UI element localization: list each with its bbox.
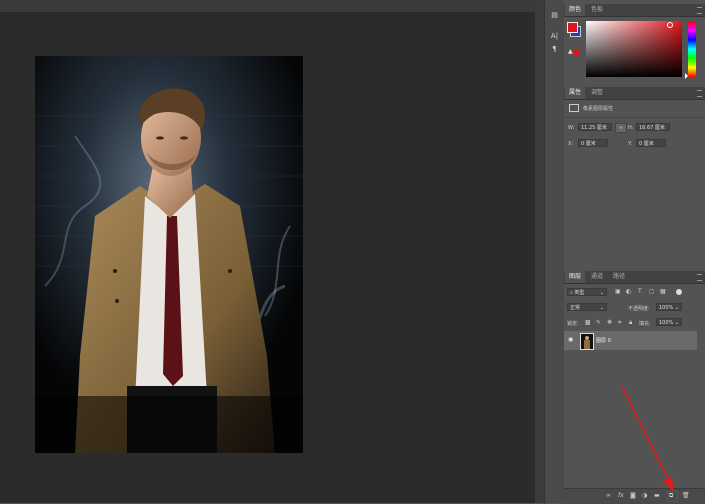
canvas-workspace[interactable] [0,0,535,503]
eye-visibility-icon[interactable]: ◉ [568,336,573,343]
blend-mode-dropdown[interactable]: 正常 ⌄ [567,303,607,311]
pixel-layer-icon [569,104,579,112]
lock-all-icon[interactable]: 🔒︎ [629,319,632,327]
color-panel-header: 颜色 色板 [564,4,705,17]
opacity-value: 100% [659,305,674,311]
layer-filter-dropdown[interactable]: ⌕ 类型 ⌄ [567,288,607,296]
panel-menu-icon[interactable] [697,274,702,281]
height-field[interactable]: 16.67 厘米 [636,123,670,131]
lock-artboard-icon[interactable]: ⌗ [618,319,621,327]
filter-shape-icon[interactable]: ◻ [649,288,654,295]
lock-position-icon[interactable]: ✥ [607,319,612,326]
panel-menu-icon[interactable] [697,90,702,97]
document-tab-bar [0,0,535,12]
tab-swatches[interactable]: 色板 [587,4,607,16]
out-of-gamut-swatch[interactable] [574,50,579,55]
properties-panel: 属性 调整 像素图层属性 W: 11.25 厘米 ∞ H: 16.67 厘米 X… [564,87,705,267]
fill-field[interactable]: 100% ⌄ [656,318,682,326]
filter-toggle-icon[interactable] [676,289,682,295]
width-label: W: [568,125,575,131]
color-panel: 颜色 色板 ▲ [564,4,705,84]
hue-slider[interactable] [688,21,696,77]
layer-thumbnail [580,333,594,350]
chevron-down-icon: ⌄ [599,290,604,296]
color-picker-field[interactable] [586,21,682,77]
tab-layers[interactable]: 图层 [565,271,586,283]
paragraph-icon[interactable]: ¶ [548,44,561,55]
delete-layer-icon[interactable]: 🗑︎ [682,492,690,499]
x-field[interactable]: 0 厘米 [578,139,608,147]
properties-panel-header: 属性 调整 [564,87,705,100]
vertical-scrollbar[interactable] [535,0,544,503]
layer-row[interactable]: ◉ 图层 0 [564,331,697,350]
layer-name[interactable]: 图层 0 [596,337,611,344]
tab-properties[interactable]: 属性 [565,87,586,99]
lock-transparent-icon[interactable]: ▩ [585,319,591,326]
filter-pixel-icon[interactable]: ▣ [615,288,621,295]
properties-title: 像素图层属性 [583,106,614,112]
character-icon[interactable]: A| [548,31,561,42]
portrait-photo [35,56,303,453]
filter-smart-object-icon[interactable]: ▦ [660,288,666,295]
y-field[interactable]: 0 厘米 [636,139,666,147]
filter-kind-value: 类型 [574,290,585,296]
chevron-down-icon: ⌄ [674,320,679,326]
gamut-warning-icon: ▲ [568,48,573,55]
divider [564,117,705,118]
filter-type-icon[interactable]: T [638,288,642,295]
lock-image-icon[interactable]: ✎ [596,319,601,326]
filter-adjustment-icon[interactable]: ◐ [626,288,631,295]
opacity-field[interactable]: 100% ⌄ [656,303,682,311]
y-label: Y: [628,141,633,147]
tab-color[interactable]: 颜色 [565,4,586,16]
color-picker-cursor[interactable] [667,22,673,28]
layers-panel-header: 图层 通道 路径 [564,271,705,284]
tab-paths[interactable]: 路径 [609,271,629,283]
chevron-down-icon: ⌄ [674,305,679,311]
chevron-down-icon: ⌄ [599,305,604,311]
fill-label: 填充: [639,321,651,327]
height-label: H: [628,125,634,131]
annotation-arrow [621,385,674,492]
width-field[interactable]: 11.25 厘米 [578,123,612,131]
tab-adjustments[interactable]: 调整 [587,87,607,99]
panel-icon-strip: ▤ A| ¶ [544,0,565,503]
fill-value: 100% [659,320,674,326]
link-dimensions-icon[interactable]: ∞ [615,123,627,133]
x-label: X: [568,141,574,147]
opacity-label: 不透明度: [628,306,650,312]
hue-slider-handle[interactable] [685,73,688,79]
tab-channels[interactable]: 通道 [587,271,607,283]
blend-mode-value: 正常 [570,305,581,311]
history-icon[interactable]: ▤ [548,10,561,21]
panel-menu-icon[interactable] [697,7,702,14]
document-image[interactable] [35,56,303,453]
foreground-color-swatch[interactable] [567,22,578,33]
lock-label: 锁定: [567,321,579,327]
